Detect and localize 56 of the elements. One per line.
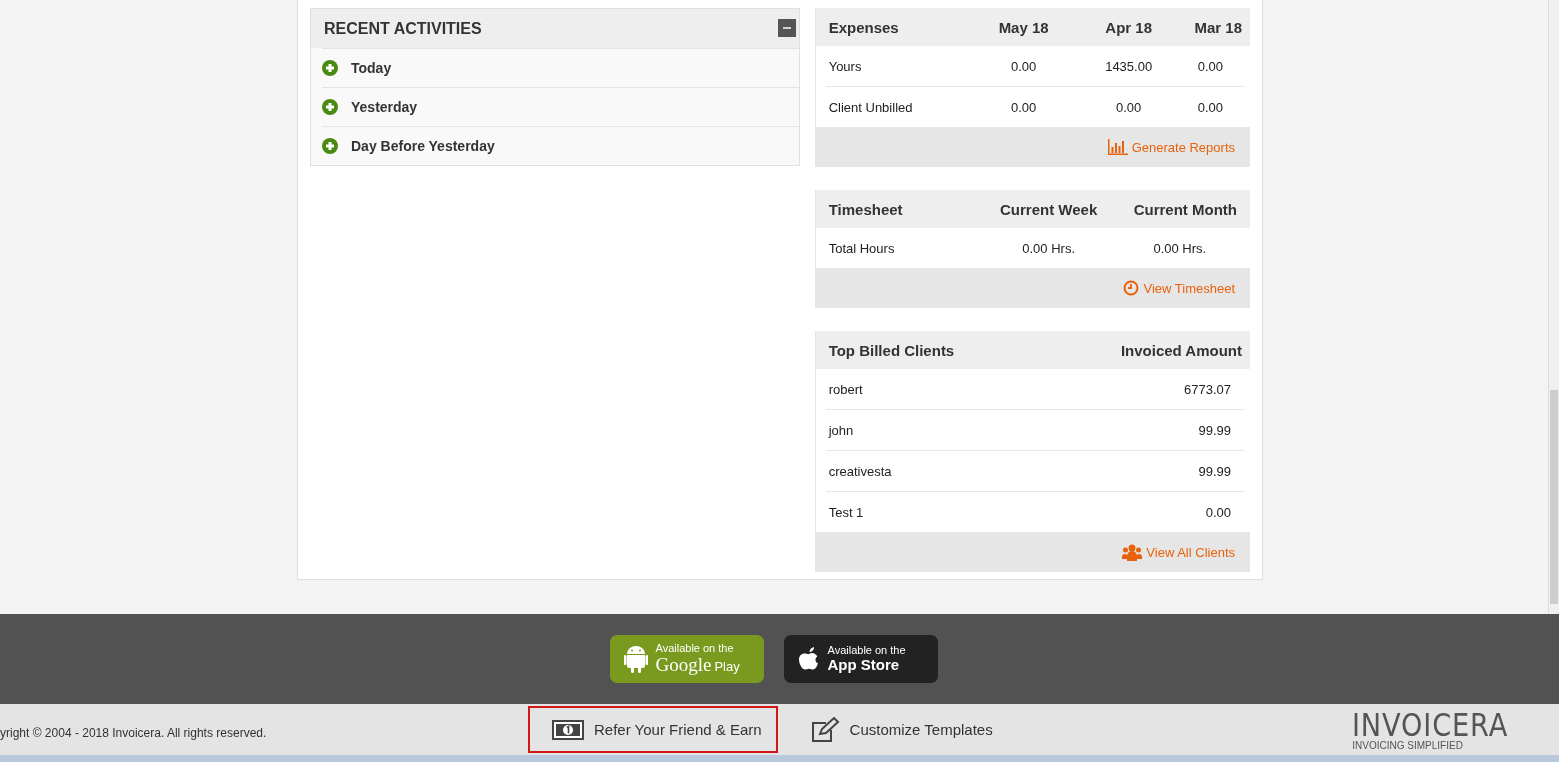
activity-label: Yesterday — [351, 99, 418, 115]
apple-icon — [797, 646, 820, 672]
column-header: Invoiced Amount — [1120, 341, 1242, 359]
table-cell-text: Total Hours — [828, 240, 896, 256]
pencil-square-icon — [809, 716, 840, 743]
table-cell-text: Yours — [828, 58, 863, 74]
table-cell-text: 0.00 — [1010, 58, 1038, 74]
badge-caption: Available on the — [655, 643, 735, 655]
android-icon — [623, 645, 648, 673]
column-header: Timesheet — [828, 200, 904, 218]
table-cell-text: 0.00 — [1010, 99, 1038, 115]
footer-link[interactable]: Refer Your Friend & Earn — [528, 706, 778, 753]
table-cell: 6773.07 — [1184, 381, 1231, 397]
badge-store-name: App Store — [827, 656, 900, 673]
badge-store-name: Google — [655, 654, 712, 675]
table-cell-text: Test 1 — [828, 504, 865, 520]
table-cell-text: Client Unbilled — [828, 99, 914, 115]
table-cell-text: 0.00 — [1196, 99, 1224, 115]
table-cell-text: 0.00 — [1115, 99, 1143, 115]
activity-label: Day Before Yesterday — [351, 138, 495, 154]
app-store-badge[interactable]: Available on the App Store — [783, 635, 938, 683]
bar-chart-icon — [1107, 139, 1128, 155]
column-header: Top Billed Clients — [828, 341, 956, 359]
table-cell-text: 0.00 Hrs. — [1021, 240, 1077, 256]
activity-row[interactable]: Yesterday — [322, 87, 799, 126]
activity-row[interactable]: Today — [322, 48, 799, 87]
table-cell-text: john — [828, 422, 855, 438]
logo-tagline: INVOICING SIMPLIFIED — [1352, 740, 1464, 751]
badge-caption: Available on the — [827, 645, 906, 657]
column-header: Current Week — [999, 200, 1099, 218]
table-cell-text: 0.00 — [1196, 58, 1224, 74]
column-header: May 18 — [997, 18, 1050, 36]
banknote-icon — [552, 719, 584, 740]
activity-label: Today — [351, 60, 392, 76]
copyright-text: yright © 2004 - 2018 Invoicera. All rights reserved. — [0, 725, 268, 740]
scrollbar-thumb[interactable] — [1550, 390, 1558, 604]
activity-row[interactable]: Day Before Yesterday — [322, 126, 799, 165]
collapse-button[interactable] — [777, 18, 796, 37]
scrollbar[interactable] — [1548, 0, 1559, 614]
table-cell-text: robert — [828, 381, 864, 397]
panel-title: RECENT ACTIVITIES — [324, 19, 482, 38]
logo-wordmark: INVOICERA — [1352, 708, 1509, 741]
clock-icon — [1123, 280, 1140, 296]
table-cell-text: creativesta — [828, 463, 893, 479]
table-cell: 99.99 — [1198, 463, 1231, 479]
column-header: Mar 18 — [1193, 18, 1242, 36]
column-header: Expenses — [828, 18, 900, 36]
footer-link[interactable]: Customize Templates — [785, 706, 1009, 753]
column-header: Current Month — [1132, 200, 1238, 218]
badge-store-name: Play — [714, 659, 740, 674]
table-cell-text: 1435.00 — [1104, 58, 1154, 74]
table-cell-text: 0.00 Hrs. — [1152, 240, 1208, 256]
table-cell: 99.99 — [1198, 422, 1231, 438]
column-header: Apr 18 — [1104, 18, 1153, 36]
table-cell: 0.00 — [1205, 504, 1231, 520]
people-icon — [1122, 543, 1143, 561]
